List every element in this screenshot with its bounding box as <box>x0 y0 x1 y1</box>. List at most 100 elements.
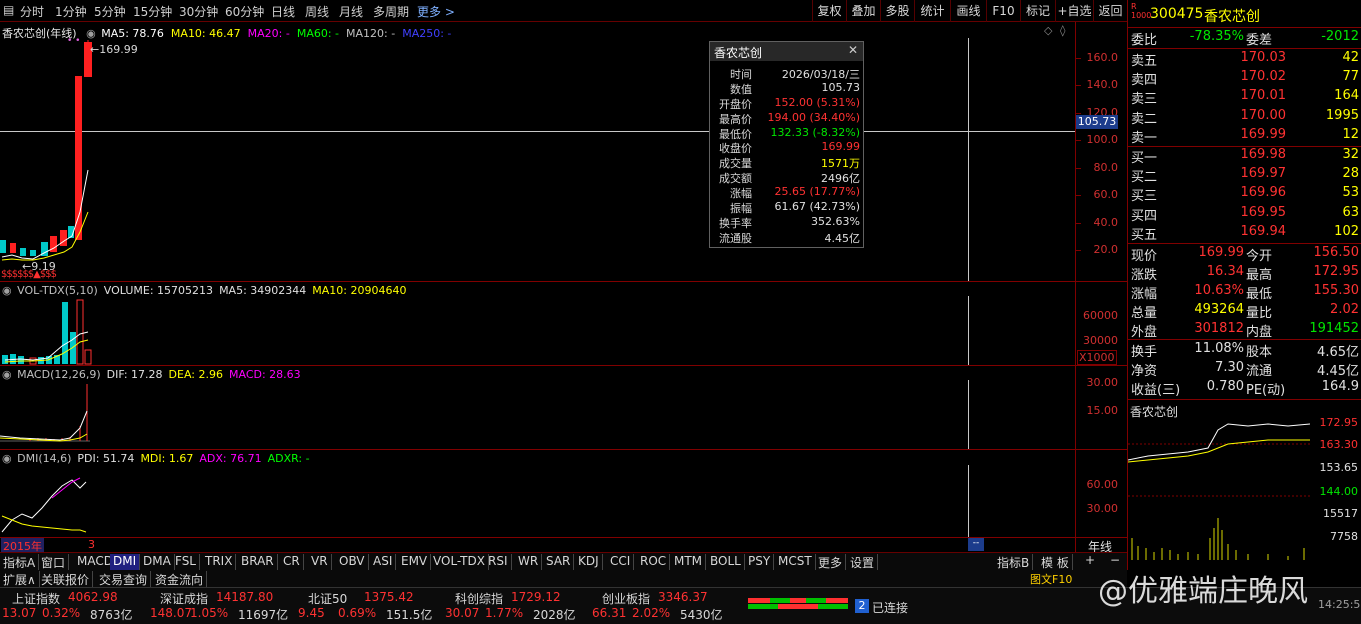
sub-tab[interactable]: 资金流向 <box>152 571 208 588</box>
divider <box>1128 48 1361 49</box>
close-icon[interactable]: ✕ <box>848 43 858 57</box>
indicator-tab[interactable]: BOLL <box>707 554 745 570</box>
sub-tabs: 扩展∧ 关联报价 交易查询 资金流向 <box>0 570 1127 588</box>
weibi-value: -78.35% <box>1189 29 1244 44</box>
level-price: 170.01 <box>1240 88 1287 104</box>
panel-divider <box>0 537 1127 538</box>
weibi-row: 委比 -78.35% 委差 -2012 <box>1128 29 1361 48</box>
collapse-icon[interactable]: ◊ <box>1060 24 1065 37</box>
indicator-tab[interactable]: TRIX <box>202 554 237 570</box>
statistics-button[interactable]: 统计 <box>914 0 950 22</box>
indicator-tab[interactable]: RSI <box>485 554 512 570</box>
f10-badge[interactable]: 图文F10 <box>1030 571 1072 587</box>
indicator-tab[interactable]: 设置 <box>847 554 879 570</box>
ma-legend-item: MA60: - <box>296 27 340 40</box>
index-value: 1375.42 <box>364 590 414 604</box>
popup-row-label: 最低价 <box>719 127 752 141</box>
overlay-button[interactable]: 叠加 <box>846 0 880 22</box>
popup-row-label: 成交量 <box>719 157 752 171</box>
indicator-tab[interactable]: MTM <box>671 554 707 570</box>
tab-period-month[interactable]: 月线 <box>339 3 363 20</box>
level-volume: 32 <box>1342 147 1359 162</box>
indicator-tab[interactable]: KDJ <box>575 554 603 570</box>
macd-axis-label: 15.00 <box>1086 404 1119 417</box>
popup-row: 涨幅 25.65 (17.77%) <box>710 185 863 200</box>
tab-period-30min[interactable]: 30分钟 <box>179 3 218 20</box>
index-name[interactable]: 创业板指 <box>602 590 650 607</box>
diamond-icon[interactable]: ◇ <box>1044 24 1052 37</box>
add-watchlist-button[interactable]: +自选 <box>1055 0 1093 22</box>
order-book-row: 卖一 169.99 12 <box>1128 127 1361 146</box>
volume-bar <box>18 356 24 364</box>
indicator-tab-b[interactable]: 指标B <box>994 554 1034 570</box>
indicator-tab[interactable]: SAR <box>543 554 575 570</box>
indicator-tab[interactable]: VOL-TDX <box>430 554 489 570</box>
level-price: 169.96 <box>1240 185 1287 201</box>
indicator-tab[interactable]: EMV <box>398 554 432 570</box>
f10-button[interactable]: F10 <box>986 0 1020 22</box>
sub-tab[interactable]: 交易查询 <box>96 571 152 588</box>
draw-line-button[interactable]: 画线 <box>950 0 986 22</box>
volume-bar <box>70 332 76 364</box>
popup-row-value: 132.33 (-8.32%) <box>770 125 860 139</box>
indicator-tab[interactable]: MCST <box>775 554 816 570</box>
tab-period-5min[interactable]: 5分钟 <box>94 3 126 20</box>
multi-stock-button[interactable]: 多股 <box>880 0 914 22</box>
indicator-tab[interactable]: PSY <box>745 554 775 570</box>
dmi-axis-label: 60.00 <box>1086 478 1119 491</box>
level-label: 买五 <box>1131 227 1158 243</box>
macd-chart <box>0 384 90 442</box>
connection-count[interactable]: 2 <box>855 599 869 613</box>
tab-period-fenshi[interactable]: 分时 <box>20 3 44 20</box>
stat-label: 涨幅 <box>1131 287 1158 302</box>
index-name[interactable]: 北证50 <box>308 590 347 607</box>
tab-period-week[interactable]: 周线 <box>305 3 329 20</box>
adx-line <box>51 477 81 499</box>
mark-button[interactable]: 标记 <box>1020 0 1055 22</box>
fuquan-button[interactable]: 复权 <box>812 0 846 22</box>
popup-row-value: 2496亿 <box>821 172 860 186</box>
tab-period-more[interactable]: 更多 > <box>417 3 455 20</box>
plus-icon[interactable]: + <box>1085 553 1095 567</box>
toolbar-menu-icon[interactable]: ▤ <box>3 3 14 17</box>
popup-row: 振幅 61.67 (42.73%) <box>710 200 863 215</box>
indicator-tab[interactable]: VR <box>308 554 332 570</box>
candlestick-chart: • • <box>0 36 92 261</box>
indicator-tab[interactable]: CCI <box>607 554 635 570</box>
tab-period-60min[interactable]: 60分钟 <box>225 3 264 20</box>
level-price: 170.03 <box>1240 50 1287 65</box>
price-axis-label: 100.0 <box>1086 133 1119 146</box>
indicator-tab[interactable]: CR <box>280 554 304 570</box>
stat-label: 股本 <box>1246 345 1273 360</box>
indicator-tab[interactable]: FSL <box>172 554 200 570</box>
indicator-tab[interactable]: 更多 <box>815 554 847 570</box>
minus-icon[interactable]: − <box>1110 553 1120 567</box>
sub-tab[interactable]: 扩展∧ <box>0 571 40 588</box>
back-button[interactable]: 返回 <box>1093 0 1127 22</box>
indicator-tab[interactable]: 指标A <box>0 554 40 570</box>
index-name[interactable]: 科创综指 <box>455 590 503 607</box>
tab-period-multi[interactable]: 多周期 <box>373 3 409 20</box>
crosshair-vertical <box>968 380 969 449</box>
price-axis-label: 60.0 <box>1093 188 1119 201</box>
tab-period-1min[interactable]: 1分钟 <box>55 3 87 20</box>
panel-divider <box>0 281 1127 282</box>
tab-period-day[interactable]: 日线 <box>271 3 295 20</box>
template-tab[interactable]: 模 板 <box>1038 554 1073 570</box>
popup-row-value: 169.99 <box>821 140 861 154</box>
indicator-tab[interactable]: DMA <box>140 554 175 570</box>
sub-tab[interactable]: 关联报价 <box>38 571 94 588</box>
index-name[interactable]: 深证成指 <box>160 590 208 607</box>
indicator-tab[interactable]: 窗口 <box>38 554 70 570</box>
indicator-tab[interactable]: ROC <box>637 554 671 570</box>
indicator-tab[interactable]: WR <box>515 554 543 570</box>
tab-period-15min[interactable]: 15分钟 <box>133 3 172 20</box>
indicator-tab[interactable]: DMI <box>110 554 141 570</box>
index-name[interactable]: 上证指数 <box>12 590 60 607</box>
popup-row-value: 105.73 <box>821 80 861 94</box>
indicator-tab[interactable]: BRAR <box>238 554 278 570</box>
indicator-tab[interactable]: ASI <box>370 554 397 570</box>
indicator-tab[interactable]: OBV <box>336 554 369 570</box>
level-volume: 77 <box>1342 69 1359 85</box>
candle-group <box>0 40 92 256</box>
